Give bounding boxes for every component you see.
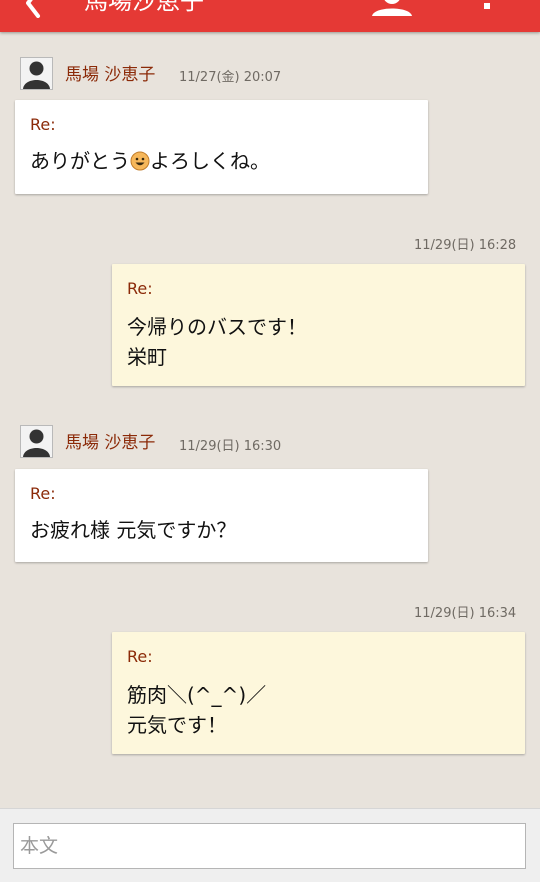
message-line: 元気です！ — [127, 713, 227, 737]
message-bubble-incoming[interactable]: Re: ありがとう よろしくね。 — [15, 100, 428, 194]
more-vert-icon[interactable] — [482, 0, 494, 16]
message-timestamp: 11/29(日) 16:28 — [414, 238, 517, 253]
avatar-icon[interactable] — [20, 57, 53, 90]
message-bubble-incoming[interactable]: Re: お疲れ様 元気ですか？ — [15, 469, 428, 562]
message-subject: Re: — [127, 647, 153, 666]
message-text: よろしくね。 — [150, 149, 270, 173]
message-body: ありがとう よろしくね。 — [30, 146, 270, 176]
message-line: 栄町 — [127, 345, 167, 369]
person-icon[interactable] — [370, 0, 414, 16]
message-line: お疲れ様 元気ですか？ — [30, 518, 237, 542]
chevron-left-icon[interactable] — [22, 0, 46, 18]
sender-name: 馬場 沙恵子 — [65, 65, 156, 85]
message-timestamp: 11/29(日) 16:34 — [414, 606, 517, 621]
message-text: ありがとう — [30, 149, 130, 173]
smiling-face-emoji-icon — [130, 151, 150, 171]
message-line: 今帰りのバスです！ — [127, 315, 307, 339]
app-bar: 馬場沙恵子 — [0, 0, 540, 32]
avatar-icon[interactable] — [20, 425, 53, 458]
message-line: 筋肉＼(^_^)／ — [127, 683, 267, 707]
message-body-input[interactable] — [13, 823, 526, 869]
message-timestamp: 11/29(日) 16:30 — [179, 439, 282, 454]
message-thread[interactable]: 馬場 沙恵子 11/27(金) 20:07 Re: ありがとう よろしくね。 1… — [0, 32, 540, 808]
message-bubble-outgoing[interactable]: Re: 今帰りのバスです！ 栄町 — [112, 264, 525, 386]
message-timestamp: 11/27(金) 20:07 — [179, 70, 282, 85]
sender-name: 馬場 沙恵子 — [65, 433, 156, 453]
message-body: お疲れ様 元気ですか？ — [30, 515, 236, 545]
message-body: 今帰りのバスです！ 栄町 — [127, 312, 307, 372]
message-bubble-outgoing[interactable]: Re: 筋肉＼(^_^)／ 元気です！ — [112, 632, 525, 754]
compose-bar — [0, 808, 540, 882]
conversation-title: 馬場沙恵子 — [84, 0, 204, 15]
message-subject: Re: — [30, 115, 56, 134]
message-subject: Re: — [30, 484, 56, 503]
message-body: 筋肉＼(^_^)／ 元気です！ — [127, 680, 266, 740]
message-subject: Re: — [127, 279, 153, 298]
